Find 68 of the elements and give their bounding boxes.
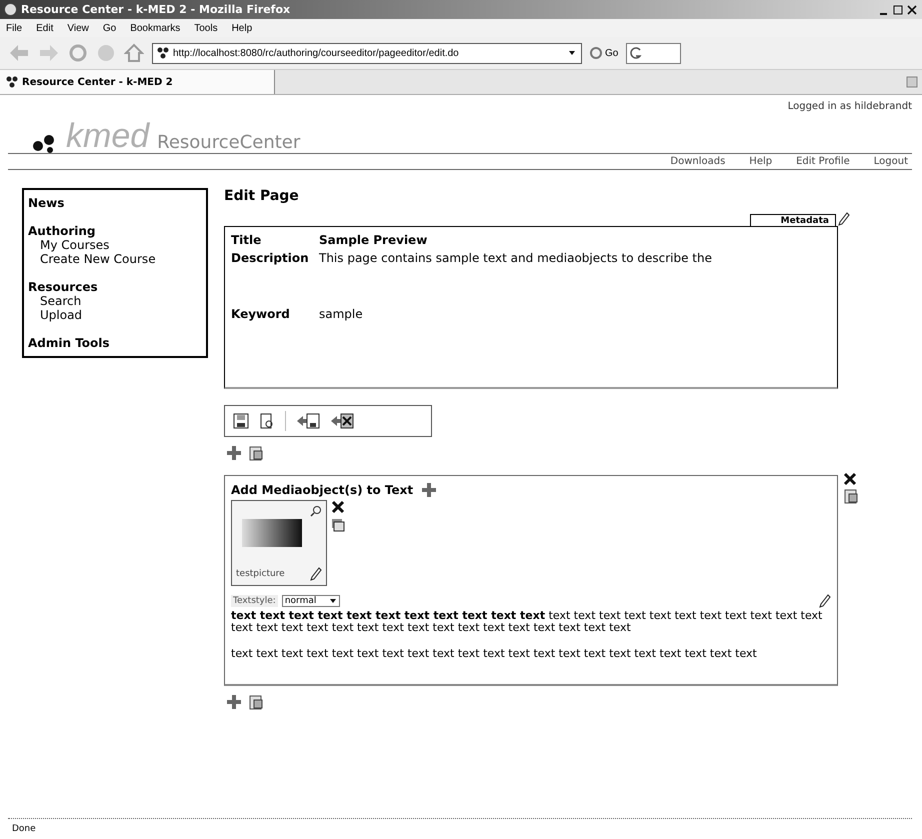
menu-item[interactable]: Help — [232, 22, 252, 34]
site-subtitle: ResourceCenter — [157, 132, 300, 153]
header-link[interactable]: Logout — [874, 156, 908, 167]
clipboard-icon[interactable] — [843, 488, 859, 504]
sidebar-heading[interactable]: Resources — [28, 280, 202, 294]
menu-item[interactable]: Bookmarks — [130, 22, 180, 34]
window-icon[interactable] — [331, 518, 345, 532]
logo-text: kmed — [66, 119, 150, 153]
textstyle-select[interactable]: normal — [282, 595, 340, 607]
pencil-icon[interactable] — [310, 567, 322, 581]
pencil-icon[interactable] — [819, 594, 831, 608]
field-value[interactable]: Sample Preview — [319, 233, 831, 247]
media-caption: testpicture — [236, 569, 285, 579]
add-icon[interactable] — [421, 482, 438, 498]
field-label: Title — [231, 233, 262, 247]
sidebar-heading[interactable]: Authoring — [28, 224, 202, 238]
header-link[interactable]: Downloads — [670, 156, 726, 167]
sidebar-item[interactable]: My Courses — [28, 238, 202, 252]
clipboard-icon[interactable] — [248, 445, 264, 461]
text-paragraph[interactable]: text text text text text text text text text text text text text text text text text text text text text text text text text text text text text text text text text text text text text text — [231, 610, 831, 634]
site-icon[interactable] — [6, 76, 18, 88]
text-paragraph[interactable]: text text text text text text text text text text text text text text text text text text text text text — [231, 648, 831, 660]
search-field[interactable] — [626, 42, 682, 64]
search-engine-icon[interactable] — [630, 47, 642, 59]
site-icon[interactable] — [157, 47, 169, 59]
delete-icon[interactable] — [331, 500, 345, 514]
preview-icon[interactable] — [259, 413, 275, 429]
metadata-tab[interactable]: Metadata — [750, 214, 836, 226]
sidebar-item[interactable]: Search — [28, 294, 202, 308]
add-icon[interactable] — [226, 445, 242, 461]
menu-item[interactable]: File — [6, 22, 22, 34]
field-label: Keyword — [231, 307, 291, 321]
close-back-icon[interactable] — [330, 413, 354, 429]
address-field[interactable]: http://localhost:8080/rc/authoring/courseeditor/pageeditor/edit.do — [152, 42, 582, 64]
menu-item[interactable]: Go — [102, 22, 116, 34]
sidebar-item[interactable]: Upload — [28, 308, 202, 322]
field-label: Description — [231, 251, 310, 265]
header-link[interactable]: Help — [749, 156, 772, 167]
page-heading: Edit Page — [224, 188, 300, 204]
menu-item[interactable]: View — [67, 22, 89, 34]
window-title: Resource Center - k-MED 2 - Mozilla Firefox — [21, 3, 290, 16]
save-icon[interactable] — [233, 413, 249, 429]
menu-item[interactable]: Edit — [36, 22, 54, 34]
delete-icon[interactable] — [843, 472, 857, 486]
field-value[interactable]: sample — [319, 307, 831, 321]
status-text: Done — [12, 824, 36, 834]
go-button[interactable]: Go — [590, 47, 618, 59]
dropdown-icon[interactable] — [328, 597, 337, 605]
sidebar-item[interactable]: Create New Course — [28, 252, 202, 266]
textstyle-label: Textstyle: — [231, 595, 278, 607]
field-value[interactable]: This page contains sample text and mediaobjects to describe the — [319, 251, 831, 265]
maximize-icon[interactable] — [892, 4, 904, 16]
browser-tab[interactable]: Resource Center - k-MED 2 — [0, 70, 275, 94]
clipboard-icon[interactable] — [248, 694, 264, 710]
media-thumbnail[interactable]: testpicture — [231, 500, 327, 586]
search-icon[interactable] — [310, 505, 322, 517]
add-icon[interactable] — [226, 694, 242, 710]
save-back-icon[interactable] — [296, 413, 320, 429]
close-icon[interactable] — [906, 4, 918, 16]
close-tab-icon[interactable] — [906, 76, 918, 88]
menu-item[interactable]: Tools — [194, 22, 218, 34]
login-status: Logged in as hildebrandt — [788, 100, 912, 114]
header-link[interactable]: Edit Profile — [796, 156, 850, 167]
block-heading: Add Mediaobject(s) to Text — [231, 483, 414, 497]
sidebar-heading[interactable]: News — [28, 196, 202, 210]
go-icon[interactable] — [590, 47, 602, 59]
sidebar-heading[interactable]: Admin Tools — [28, 336, 202, 350]
edit-icon[interactable] — [838, 212, 850, 226]
